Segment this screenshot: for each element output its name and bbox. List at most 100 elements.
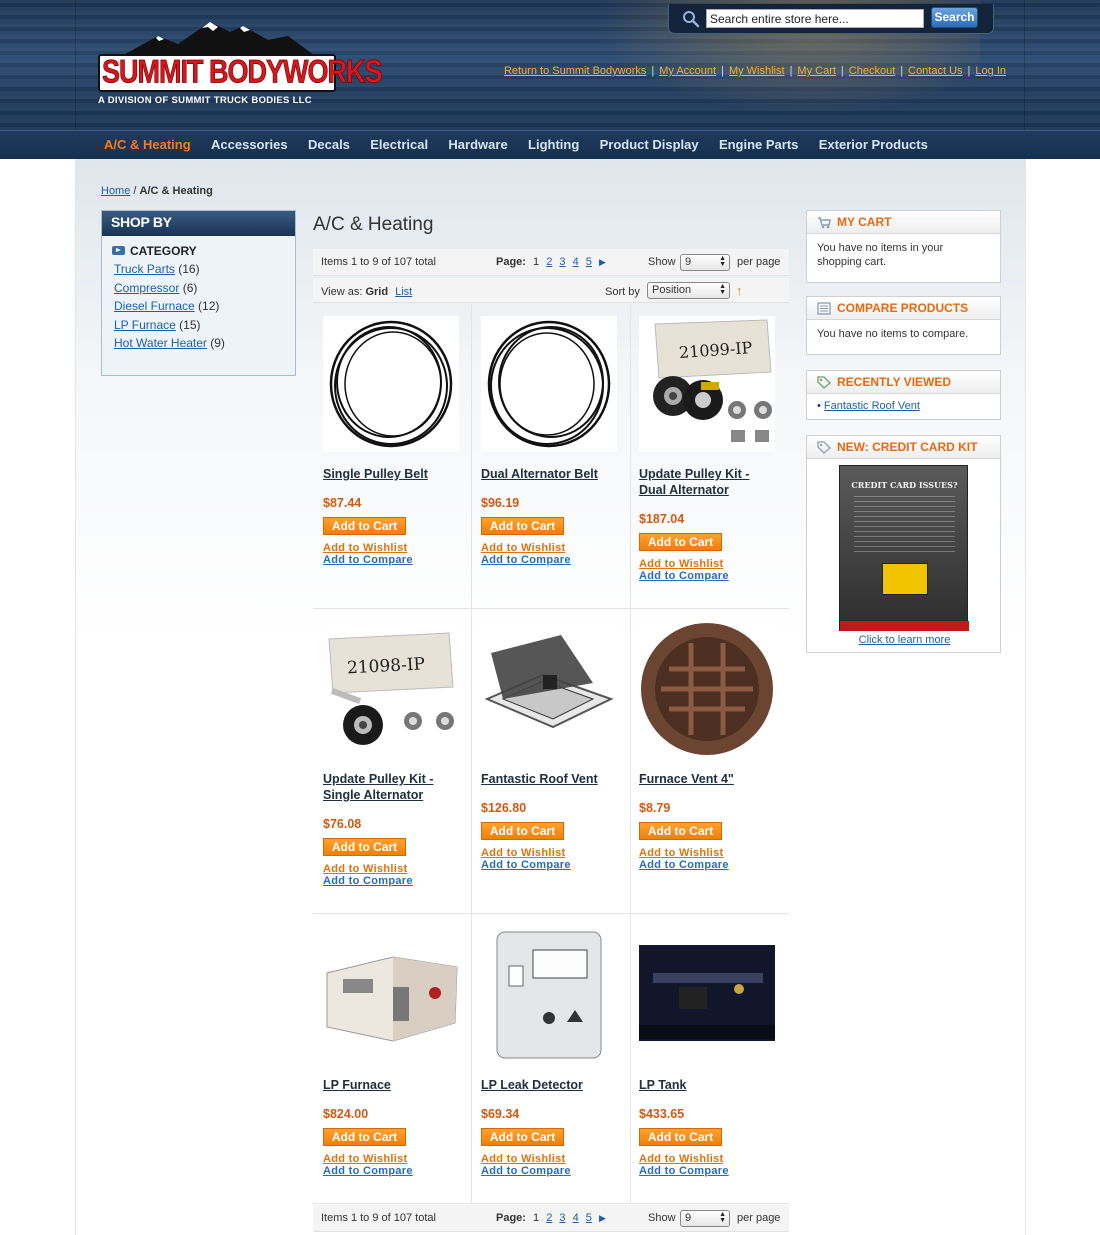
credit-card-kit-banner[interactable]: CREDIT CARD ISSUES?	[839, 465, 969, 631]
checkout-link[interactable]: Checkout	[849, 65, 895, 77]
add-to-cart-button[interactable]: Add to Cart	[639, 533, 722, 551]
category-hot-water-heater[interactable]: Hot Water Heater	[114, 336, 207, 350]
add-to-wishlist-link[interactable]: Add to Wishlist	[639, 847, 797, 859]
add-to-wishlist-link[interactable]: Add to Wishlist	[323, 542, 481, 554]
sort-by-select[interactable]: Position ▲ ▼	[647, 282, 730, 299]
add-to-wishlist-link[interactable]: Add to Wishlist	[639, 558, 779, 570]
items-amount: Items 1 to 9 of 107 total	[321, 256, 436, 268]
product-image-pulley-kit-icon[interactable]: 21098-IP	[323, 621, 459, 757]
product-name[interactable]: Dual Alternator Belt	[481, 466, 639, 482]
add-to-compare-link[interactable]: Add to Compare	[639, 570, 779, 582]
add-to-cart-button[interactable]: Add to Cart	[639, 1128, 722, 1146]
product-image-belt-icon[interactable]	[481, 316, 617, 452]
sort-direction-icon[interactable]: ↑	[736, 283, 743, 298]
add-to-wishlist-link[interactable]: Add to Wishlist	[323, 863, 463, 875]
product-name[interactable]: Fantastic Roof Vent	[481, 771, 639, 787]
my-wishlist-link[interactable]: My Wishlist	[729, 65, 785, 77]
nav-engine-parts[interactable]: Engine Parts	[719, 137, 798, 152]
view-list-link[interactable]: List	[395, 286, 412, 298]
category-lp-furnace[interactable]: LP Furnace	[114, 318, 176, 332]
product-image-lp-tank-icon[interactable]	[639, 945, 775, 1041]
search-input[interactable]	[706, 9, 924, 28]
add-to-compare-link[interactable]: Add to Compare	[323, 554, 481, 566]
contact-us-link[interactable]: Contact Us	[908, 65, 962, 77]
page-5-link[interactable]: 5	[586, 256, 592, 268]
add-to-wishlist-link[interactable]: Add to Wishlist	[481, 542, 639, 554]
add-to-cart-button[interactable]: Add to Cart	[323, 838, 406, 856]
page-current: 1	[533, 1212, 540, 1224]
page-4-link[interactable]: 4	[573, 256, 579, 268]
add-to-cart-button[interactable]: Add to Cart	[481, 1128, 564, 1146]
product-image-belt-icon[interactable]	[323, 316, 459, 452]
page-3-link[interactable]: 3	[559, 1212, 565, 1224]
recently-viewed-list: • Fantastic Roof Vent	[817, 400, 920, 412]
add-to-compare-link[interactable]: Add to Compare	[481, 554, 639, 566]
add-to-compare-link[interactable]: Add to Compare	[323, 875, 463, 887]
my-cart-link[interactable]: My Cart	[797, 65, 836, 77]
product-image-pulley-kit-icon[interactable]: 21099-IP	[639, 316, 775, 452]
category-truck-parts[interactable]: Truck Parts	[114, 262, 175, 276]
add-to-cart-button[interactable]: Add to Cart	[481, 517, 564, 535]
product-name[interactable]: Update Pulley Kit - Dual Alternator	[639, 466, 779, 498]
per-page-select[interactable]: 9 ▲ ▼	[680, 1210, 730, 1227]
nav-product-display[interactable]: Product Display	[600, 137, 699, 152]
product-image-leak-detector-icon[interactable]	[495, 930, 603, 1060]
product-name[interactable]: Single Pulley Belt	[323, 466, 481, 482]
per-page-select[interactable]: 9 ▲ ▼	[680, 254, 730, 271]
category-list: Truck Parts (16) Compressor (6) Diesel F…	[114, 260, 225, 353]
add-to-cart-button[interactable]: Add to Cart	[481, 822, 564, 840]
category-diesel-furnace[interactable]: Diesel Furnace	[114, 299, 195, 313]
add-to-wishlist-link[interactable]: Add to Wishlist	[639, 1153, 797, 1165]
recent-item-link[interactable]: Fantastic Roof Vent	[824, 400, 920, 412]
page-2-link[interactable]: 2	[546, 1212, 552, 1224]
add-to-cart-button[interactable]: Add to Cart	[323, 1128, 406, 1146]
add-to-cart-button[interactable]: Add to Cart	[639, 822, 722, 840]
add-to-compare-link[interactable]: Add to Compare	[481, 1165, 639, 1177]
page-3-link[interactable]: 3	[559, 256, 565, 268]
page-4-link[interactable]: 4	[573, 1212, 579, 1224]
add-to-wishlist-link[interactable]: Add to Wishlist	[481, 847, 639, 859]
breadcrumb-home[interactable]: Home	[101, 185, 130, 197]
product-name[interactable]: LP Tank	[639, 1077, 797, 1093]
add-to-wishlist-link[interactable]: Add to Wishlist	[323, 1153, 481, 1165]
nav-electrical[interactable]: Electrical	[370, 137, 428, 152]
product-image-roof-vent-icon[interactable]	[481, 621, 617, 757]
add-to-compare-link[interactable]: Add to Compare	[639, 1165, 797, 1177]
add-to-compare-link[interactable]: Add to Compare	[639, 859, 797, 871]
product-name[interactable]: Update Pulley Kit - Single Alternator	[323, 771, 463, 803]
updown-icon: ▲ ▼	[719, 1211, 726, 1224]
page-5-link[interactable]: 5	[586, 1212, 592, 1224]
product-name[interactable]: Furnace Vent 4"	[639, 771, 797, 787]
log-in-link[interactable]: Log In	[975, 65, 1006, 77]
category-item: Diesel Furnace (12)	[114, 299, 220, 313]
search-button[interactable]: Search	[931, 7, 978, 28]
page-2-link[interactable]: 2	[546, 256, 552, 268]
next-page-icon[interactable]: ▶	[599, 1213, 606, 1223]
add-to-compare-link[interactable]: Add to Compare	[481, 859, 639, 871]
product-name[interactable]: LP Furnace	[323, 1077, 481, 1093]
product-image-lp-furnace-icon[interactable]	[323, 927, 459, 1063]
learn-more-link[interactable]: Click to learn more	[859, 634, 951, 646]
add-to-wishlist-link[interactable]: Add to Wishlist	[481, 1153, 639, 1165]
product-image-furnace-vent-icon[interactable]	[639, 621, 775, 757]
nav-decals[interactable]: Decals	[308, 137, 350, 152]
return-link[interactable]: Return to Summit Bodyworks	[504, 65, 646, 77]
nav-lighting[interactable]: Lighting	[528, 137, 579, 152]
shop-by-title: SHOP BY	[102, 211, 295, 236]
add-to-cart-button[interactable]: Add to Cart	[323, 517, 406, 535]
grid-divider	[471, 304, 472, 1204]
next-page-icon[interactable]: ▶	[599, 257, 606, 267]
site-logo[interactable]: SUMMIT BODYWORKS A DIVISION OF SUMMIT TR…	[98, 18, 383, 108]
nav-hardware[interactable]: Hardware	[448, 137, 507, 152]
product-name[interactable]: LP Leak Detector	[481, 1077, 639, 1093]
nav-ac-heating[interactable]: A/C & Heating	[104, 137, 191, 152]
add-to-compare-link[interactable]: Add to Compare	[323, 1165, 481, 1177]
category-compressor[interactable]: Compressor	[114, 281, 179, 295]
tag-icon	[817, 376, 831, 389]
my-account-link[interactable]: My Account	[659, 65, 716, 77]
product-price: $87.44	[323, 496, 362, 510]
product-price: $76.08	[323, 817, 362, 831]
nav-accessories[interactable]: Accessories	[211, 137, 288, 152]
product-card: Fantastic Roof Vent $126.80 Add to Cart …	[481, 771, 639, 871]
nav-exterior-products[interactable]: Exterior Products	[819, 137, 928, 152]
